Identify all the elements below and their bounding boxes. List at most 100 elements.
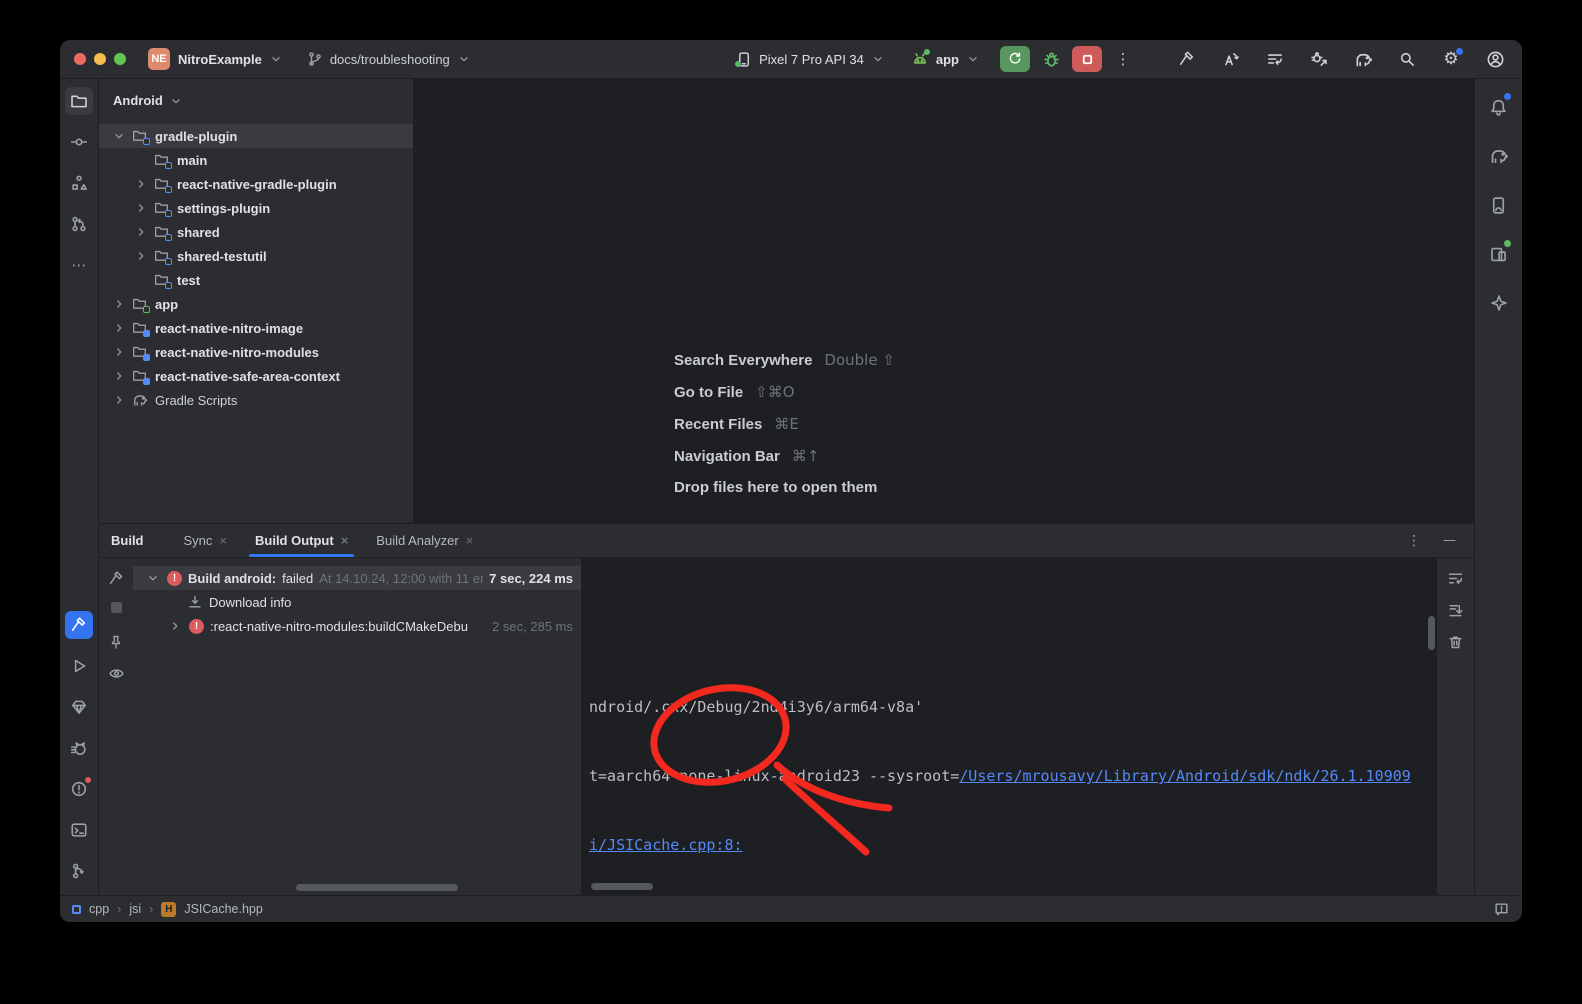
shortcut-label: Navigation Bar xyxy=(674,448,780,465)
console-text: ndroid/.cxx/Debug/2nd4i3y6/arm64-v8a' xyxy=(589,698,923,716)
tree-item-label: main xyxy=(177,153,207,168)
vcs-branch-selector[interactable]: docs/troubleshooting xyxy=(307,51,471,67)
project-selector[interactable]: NitroExample xyxy=(178,52,283,67)
problems-tool-button[interactable] xyxy=(65,775,93,803)
vertical-scrollbar[interactable] xyxy=(1428,616,1435,650)
attach-debugger-button[interactable] xyxy=(1306,46,1332,72)
pull-request-icon xyxy=(70,215,88,233)
build-output-console: ndroid/.cxx/Debug/2nd4i3y6/arm64-v8a' t=… xyxy=(581,558,1436,895)
project-tool-button[interactable] xyxy=(65,87,93,115)
minimize-window-button[interactable] xyxy=(94,53,106,65)
pull-requests-tool-button[interactable] xyxy=(65,210,93,238)
more-actions-button[interactable]: ⋮ xyxy=(1110,46,1136,72)
pin-icon[interactable] xyxy=(108,634,124,650)
panel-options-button[interactable]: ⋮ xyxy=(1407,533,1421,549)
tree-item-gradle-scripts[interactable]: Gradle Scripts xyxy=(99,388,413,412)
device-selector[interactable]: Pixel 7 Pro API 34 xyxy=(735,51,885,68)
project-view-selector[interactable]: Android xyxy=(99,89,413,112)
tree-item-gradle-plugin[interactable]: gradle-plugin xyxy=(99,124,413,148)
breadcrumb-directory[interactable]: jsi xyxy=(129,902,141,916)
gradle-sync-button[interactable] xyxy=(1350,46,1376,72)
error-badge-icon: ! xyxy=(189,619,204,634)
commit-tool-button[interactable] xyxy=(65,128,93,156)
breadcrumb-file[interactable]: JSICache.hpp xyxy=(184,902,263,916)
gemini-assistant-button[interactable] xyxy=(1485,289,1513,317)
build-result-row[interactable]: ! Build android: failed At 14.10.24, 12:… xyxy=(133,566,581,590)
rerun-button[interactable] xyxy=(1000,46,1030,72)
module-folder-icon xyxy=(154,200,172,216)
build-tool-button[interactable] xyxy=(65,611,93,639)
tree-item-test[interactable]: test xyxy=(99,268,413,292)
tree-item-react-native-nitro-image[interactable]: react-native-nitro-image xyxy=(99,316,413,340)
project-name: NitroExample xyxy=(178,52,262,67)
close-icon[interactable]: × xyxy=(466,533,474,548)
clear-all-trash-icon[interactable] xyxy=(1447,634,1464,651)
horizontal-scrollbar[interactable] xyxy=(591,883,653,890)
file-link[interactable]: /Users/mrousavy/Library/Android/sdk/ndk/… xyxy=(959,767,1411,785)
module-folder-icon xyxy=(154,272,172,288)
tree-item-label: react-native-safe-area-context xyxy=(155,369,340,384)
tree-item-label: react-native-nitro-image xyxy=(155,321,303,336)
close-icon[interactable]: × xyxy=(341,533,349,548)
tree-item-label: test xyxy=(177,273,200,288)
tree-item-shared-testutil[interactable]: shared-testutil xyxy=(99,244,413,268)
tree-item-react-native-safe-area-context[interactable]: react-native-safe-area-context xyxy=(99,364,413,388)
tab-build-analyzer[interactable]: Build Analyzer × xyxy=(366,524,483,557)
file-link[interactable]: i/JSICache.cpp:8: xyxy=(589,836,743,854)
apply-changes-button[interactable] xyxy=(1218,46,1244,72)
gradle-tool-button[interactable] xyxy=(1485,142,1513,170)
tree-item-react-native-gradle-plugin[interactable]: react-native-gradle-plugin xyxy=(99,172,413,196)
chevron-down-icon xyxy=(169,94,183,108)
run-config-name: app xyxy=(936,52,959,67)
restart-activity-button[interactable] xyxy=(1262,46,1288,72)
running-devices-button[interactable] xyxy=(1485,240,1513,268)
settings-button[interactable]: ⚙ xyxy=(1438,46,1464,72)
download-info-row[interactable]: Download info xyxy=(133,590,581,614)
rerun-build-hammer-icon[interactable] xyxy=(108,570,125,587)
tab-build-output[interactable]: Build Output × xyxy=(245,524,358,557)
tree-item-main[interactable]: main xyxy=(99,148,413,172)
tree-item-app[interactable]: app xyxy=(99,292,413,316)
notifications-button[interactable] xyxy=(1485,93,1513,121)
shortcut-hints: Search Everywhere Double ⇧ Go to File ⇧⌘… xyxy=(674,351,895,496)
zoom-window-button[interactable] xyxy=(114,53,126,65)
tree-item-react-native-nitro-modules[interactable]: react-native-nitro-modules xyxy=(99,340,413,364)
breadcrumb-module[interactable]: cpp xyxy=(89,902,109,916)
logcat-tool-button[interactable] xyxy=(65,734,93,762)
app-quality-insights-button[interactable] xyxy=(65,693,93,721)
tree-item-shared[interactable]: shared xyxy=(99,220,413,244)
tree-item-settings-plugin[interactable]: settings-plugin xyxy=(99,196,413,220)
run-tool-button[interactable] xyxy=(65,652,93,680)
build-project-button[interactable] xyxy=(1174,46,1200,72)
soft-wrap-icon[interactable] xyxy=(1447,570,1464,587)
chevron-down-icon xyxy=(146,571,160,585)
version-control-tool-button[interactable] xyxy=(65,857,93,885)
horizontal-scrollbar[interactable] xyxy=(296,884,458,891)
run-config-selector[interactable]: app xyxy=(911,50,980,68)
profile-button[interactable] xyxy=(1482,46,1508,72)
device-manager-button[interactable] xyxy=(1485,191,1513,219)
build-result-tree: ! Build android: failed At 14.10.24, 12:… xyxy=(133,558,581,895)
more-tools-button[interactable]: ⋯ xyxy=(65,251,93,279)
gradle-elephant-icon xyxy=(132,392,150,408)
download-icon xyxy=(187,594,203,610)
chevron-right-icon xyxy=(168,619,182,633)
tab-sync[interactable]: Sync × xyxy=(174,524,238,557)
search-everywhere-button[interactable] xyxy=(1394,46,1420,72)
close-icon[interactable]: × xyxy=(219,533,227,548)
close-window-button[interactable] xyxy=(74,53,86,65)
scroll-to-end-icon[interactable] xyxy=(1447,602,1464,619)
git-branch-icon xyxy=(307,51,323,67)
module-folder-icon xyxy=(154,152,172,168)
event-log-button[interactable] xyxy=(1493,901,1510,918)
tree-item-label: gradle-plugin xyxy=(155,129,237,144)
hide-panel-button[interactable]: — xyxy=(1443,533,1456,548)
filter-eye-icon[interactable] xyxy=(108,665,125,682)
structure-tool-button[interactable] xyxy=(65,169,93,197)
shortcut-keys: ⇧⌘O xyxy=(755,383,794,401)
terminal-tool-button[interactable] xyxy=(65,816,93,844)
debug-button[interactable] xyxy=(1038,46,1064,72)
failed-task-row[interactable]: ! :react-native-nitro-modules:buildCMake… xyxy=(133,614,581,638)
sparkle-icon xyxy=(1490,294,1508,312)
stop-button[interactable] xyxy=(1072,46,1102,72)
